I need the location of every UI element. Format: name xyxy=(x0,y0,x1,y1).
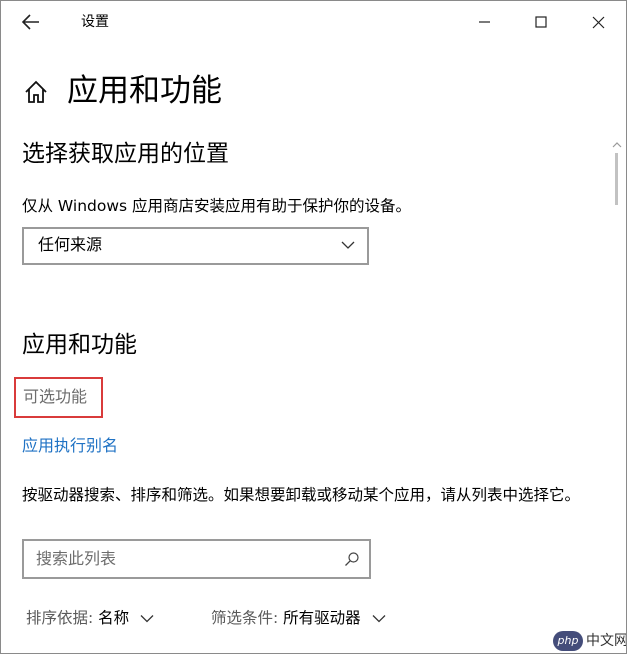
optional-features-label: 可选功能 xyxy=(23,387,88,406)
sort-by-value: 名称 xyxy=(98,609,130,627)
home-button[interactable] xyxy=(23,79,49,105)
app-source-dropdown-value: 任何来源 xyxy=(38,235,103,254)
minimize-icon xyxy=(479,21,490,23)
site-watermark: php 中文网 xyxy=(553,629,627,653)
scroll-thumb[interactable] xyxy=(615,153,618,205)
window-title: 设置 xyxy=(81,14,109,30)
optional-features-link[interactable]: 可选功能 xyxy=(14,377,103,418)
app-source-dropdown[interactable]: 任何来源 xyxy=(22,227,369,265)
title-bar: 设置 xyxy=(1,1,626,43)
sort-by-dropdown[interactable]: 排序依据: 名称 xyxy=(26,606,154,632)
search-icon[interactable] xyxy=(344,551,360,567)
app-source-description: 仅从 Windows 应用商店安装应用有助于保护你的设备。 xyxy=(22,197,412,215)
chevron-down-icon xyxy=(372,615,386,623)
search-input[interactable] xyxy=(36,546,331,570)
home-icon xyxy=(25,80,47,103)
filter-by-drive-dropdown[interactable]: 筛选条件: 所有驱动器 xyxy=(211,606,386,632)
page-title: 应用和功能 xyxy=(67,73,222,109)
chevron-down-icon xyxy=(140,615,154,623)
apps-features-heading: 应用和功能 xyxy=(22,332,137,358)
filter-by-value: 所有驱动器 xyxy=(283,609,361,627)
sort-by-label: 排序依据: xyxy=(26,609,94,627)
filter-by-label: 筛选条件: xyxy=(211,609,279,627)
scroll-up-arrow-icon[interactable] xyxy=(612,141,622,149)
settings-window: 设置 应用和功能 选择获取应用的位置 仅从 Windows 应用商店安装应用有助… xyxy=(0,0,627,654)
app-execution-alias-link[interactable]: 应用执行别名 xyxy=(22,435,118,457)
back-arrow-icon xyxy=(21,14,39,30)
search-box[interactable] xyxy=(22,539,371,579)
app-source-heading: 选择获取应用的位置 xyxy=(22,141,229,167)
scrollbar[interactable] xyxy=(611,143,623,648)
apps-list-description: 按驱动器搜索、排序和筛选。如果想要卸载或移动某个应用，请从列表中选择它。 xyxy=(22,486,581,504)
close-icon xyxy=(592,16,605,29)
chevron-down-icon xyxy=(341,241,355,249)
close-button[interactable] xyxy=(583,7,613,37)
maximize-button[interactable] xyxy=(526,7,556,37)
watermark-badge: php xyxy=(553,631,583,651)
back-button[interactable] xyxy=(17,9,45,35)
watermark-text: 中文网 xyxy=(586,633,627,649)
maximize-icon xyxy=(535,16,547,28)
minimize-button[interactable] xyxy=(469,7,499,37)
